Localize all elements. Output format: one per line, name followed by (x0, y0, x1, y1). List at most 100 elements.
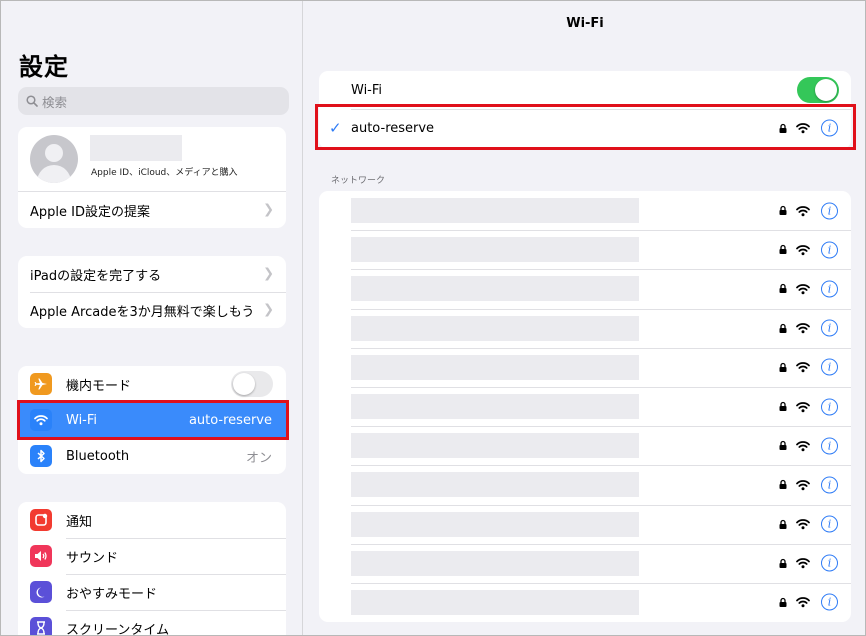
settings-sidebar: 設定 検索 Apple ID、iCloud、メディアと購入 Apple ID設定… (1, 1, 303, 636)
screen-time-label: スクリーンタイム (66, 622, 170, 636)
lock-icon (779, 441, 787, 451)
network-row[interactable]: i (319, 582, 851, 622)
do-not-disturb-label: おやすみモード (66, 586, 158, 602)
moon-icon (30, 581, 52, 603)
finish-ipad-setup-label: iPadの設定を完了する (30, 268, 162, 284)
network-name-placeholder (351, 433, 639, 459)
network-name-placeholder (351, 393, 639, 419)
info-button[interactable]: i (821, 476, 838, 494)
notifications-group: 通知 サウンド おやすみモード スクリーンタイム (18, 502, 286, 636)
wifi-signal-icon (796, 401, 810, 412)
info-button[interactable]: i (821, 515, 838, 533)
info-button[interactable]: i (821, 280, 838, 298)
wifi-signal-icon (796, 284, 810, 295)
lock-icon (779, 362, 787, 372)
setup-group: iPadの設定を完了する ❯ Apple Arcadeを3か月無料で楽しもう ❯ (18, 256, 286, 328)
network-name-placeholder (351, 237, 639, 263)
info-button[interactable]: i (821, 398, 838, 416)
bluetooth-icon (30, 445, 52, 467)
airplane-icon (30, 373, 52, 395)
network-row[interactable]: i (319, 191, 851, 230)
apple-arcade-offer-label: Apple Arcadeを3か月無料で楽しもう (30, 304, 255, 320)
lock-icon (779, 205, 787, 216)
wifi-signal-icon (796, 205, 810, 216)
lock-icon (779, 519, 787, 529)
network-row[interactable]: i (319, 308, 851, 348)
lock-icon (779, 480, 787, 490)
info-button[interactable]: i (821, 319, 838, 337)
info-button[interactable]: i (821, 554, 838, 572)
network-name-placeholder (351, 550, 639, 576)
apple-id-profile[interactable]: Apple ID、iCloud、メディアと購入 (18, 127, 286, 191)
network-row[interactable]: i (319, 347, 851, 387)
wifi-signal-icon (796, 519, 810, 530)
wifi-signal-icon (796, 558, 810, 569)
chevron-right-icon: ❯ (263, 266, 274, 282)
sound-icon (30, 545, 52, 567)
search-field[interactable]: 検索 (18, 87, 289, 115)
highlight-wifi-sidebar (17, 400, 289, 440)
apple-arcade-offer-item[interactable]: Apple Arcadeを3か月無料で楽しもう ❯ (18, 292, 286, 328)
profile-subtitle: Apple ID、iCloud、メディアと購入 (91, 168, 238, 178)
network-row[interactable]: i (319, 465, 851, 504)
networks-section-header: ネットワーク (331, 176, 386, 186)
notifications-icon (30, 509, 52, 531)
network-name-placeholder (351, 589, 639, 615)
info-button[interactable]: i (821, 241, 838, 259)
airplane-mode-toggle[interactable] (231, 371, 273, 397)
network-name-placeholder (351, 198, 639, 223)
chevron-right-icon: ❯ (263, 202, 274, 218)
wifi-signal-icon (796, 244, 810, 255)
page-title: Wi-Fi (566, 16, 604, 31)
finish-ipad-setup-item[interactable]: iPadの設定を完了する ❯ (18, 256, 286, 292)
sidebar-item-sound[interactable]: サウンド (18, 538, 286, 574)
wifi-signal-icon (796, 323, 810, 334)
profile-group: Apple ID、iCloud、メディアと購入 Apple ID設定の提案 ❯ (18, 127, 286, 228)
network-name-placeholder (351, 511, 639, 537)
network-row[interactable]: i (319, 543, 851, 583)
lock-icon (779, 597, 787, 607)
hourglass-icon (30, 617, 52, 635)
lock-icon (779, 401, 787, 412)
network-row[interactable]: i (319, 269, 851, 308)
sidebar-item-notifications[interactable]: 通知 (18, 502, 286, 538)
wifi-signal-icon (796, 480, 810, 491)
bluetooth-status-value: オン (245, 450, 272, 466)
sidebar-item-bluetooth[interactable]: Bluetooth オン (18, 438, 286, 474)
wifi-toggle[interactable] (797, 77, 839, 103)
network-row[interactable]: i (319, 386, 851, 426)
network-row[interactable]: i (319, 426, 851, 465)
sound-label: サウンド (66, 550, 119, 566)
network-row[interactable]: i (319, 230, 851, 269)
app-window: 設定 検索 Apple ID、iCloud、メディアと購入 Apple ID設定… (0, 0, 866, 636)
network-name-placeholder (351, 354, 639, 380)
sidebar-title: 設定 (19, 53, 69, 81)
wifi-signal-icon (796, 597, 810, 608)
sidebar-item-do-not-disturb[interactable]: おやすみモード (18, 574, 286, 610)
wifi-signal-icon (796, 440, 810, 451)
apple-id-suggestion-label: Apple ID設定の提案 (30, 204, 150, 220)
info-button[interactable]: i (821, 358, 838, 376)
info-button[interactable]: i (821, 437, 838, 455)
apple-id-suggestion-item[interactable]: Apple ID設定の提案 ❯ (18, 191, 286, 228)
network-list: i i i i i i i i i i i (319, 191, 851, 623)
network-name-placeholder (351, 276, 639, 302)
network-row[interactable]: i (319, 504, 851, 544)
network-name-placeholder (351, 315, 639, 341)
wifi-signal-icon (796, 362, 810, 373)
lock-icon (779, 245, 787, 255)
network-name-placeholder (351, 472, 639, 498)
highlight-connected-network (315, 104, 856, 150)
info-button[interactable]: i (821, 202, 838, 220)
wifi-detail-pane: Wi-Fi Wi-Fi ✓ auto-reserve i ネットワーク i i … (303, 1, 865, 635)
notifications-label: 通知 (66, 514, 93, 530)
info-button[interactable]: i (821, 593, 838, 611)
sidebar-item-screen-time[interactable]: スクリーンタイム (18, 610, 286, 636)
bluetooth-label: Bluetooth (66, 448, 130, 464)
wifi-toggle-label: Wi-Fi (351, 82, 383, 98)
search-placeholder: 検索 (42, 94, 68, 110)
lock-icon (779, 284, 787, 294)
lock-icon (779, 558, 787, 568)
account-name-placeholder (90, 135, 182, 161)
sidebar-item-airplane-mode[interactable]: 機内モード (18, 366, 286, 402)
